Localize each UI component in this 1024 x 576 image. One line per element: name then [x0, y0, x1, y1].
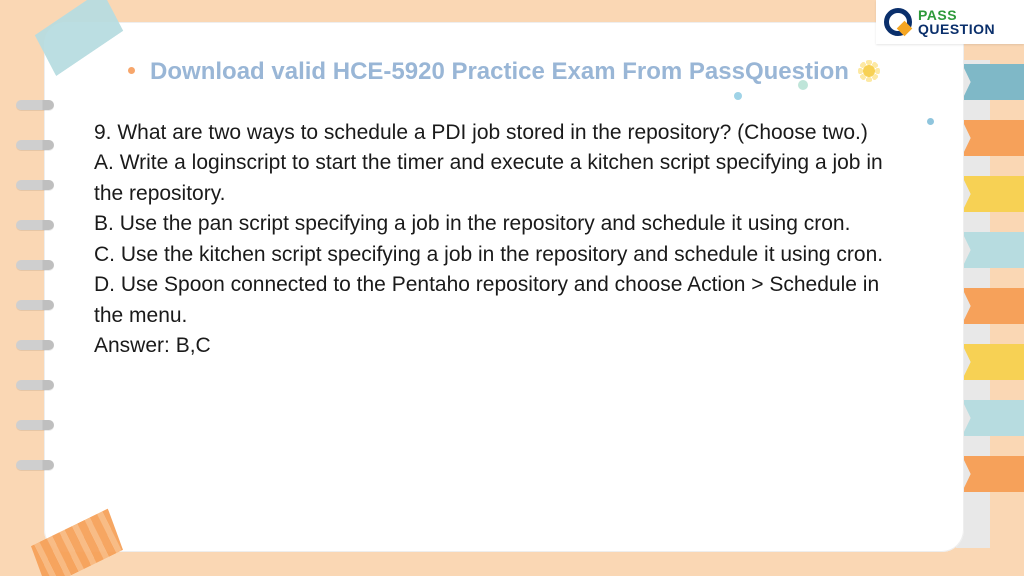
question-number: 9. [94, 121, 112, 144]
spiral-ring [16, 180, 54, 190]
bookmark-tab [962, 400, 1024, 436]
spiral-ring [16, 380, 54, 390]
bookmark-tabs [962, 64, 1024, 492]
bookmark-tab [962, 232, 1024, 268]
passquestion-logo: PASS QUESTION [876, 0, 1024, 44]
answer-label: Answer: [94, 334, 170, 357]
question-body: 9. What are two ways to schedule a PDI j… [94, 118, 904, 362]
bookmark-tab [962, 120, 1024, 156]
spiral-ring [16, 300, 54, 310]
bookmark-tab [962, 176, 1024, 212]
logo-text-pass: PASS [918, 8, 995, 22]
bookmark-tab [962, 64, 1024, 100]
confetti-dot [927, 118, 934, 125]
option-d: Use Spoon connected to the Pentaho repos… [94, 273, 879, 326]
spiral-ring [16, 460, 54, 470]
spiral-ring [16, 260, 54, 270]
confetti-dot [734, 92, 742, 100]
slide-header: Download valid HCE-5920 Practice Exam Fr… [44, 58, 964, 86]
option-c: Use the kitchen script specifying a job … [121, 243, 883, 266]
confetti-dot [798, 80, 808, 90]
option-a: Write a loginscript to start the timer a… [94, 151, 883, 204]
spiral-ring [16, 340, 54, 350]
spiral-ring [16, 220, 54, 230]
bookmark-tab [962, 456, 1024, 492]
spiral-ring [16, 420, 54, 430]
logo-q-icon [884, 8, 912, 36]
option-b: Use the pan script specifying a job in t… [120, 212, 851, 235]
spiral-binding [16, 100, 54, 470]
spiral-ring [16, 140, 54, 150]
logo-text-question: QUESTION [918, 22, 995, 36]
bullet-icon [128, 67, 135, 74]
note-card: Download valid HCE-5920 Practice Exam Fr… [44, 22, 964, 552]
bookmark-tab [962, 288, 1024, 324]
answer-value: B,C [176, 334, 211, 357]
header-text: Download valid HCE-5920 Practice Exam Fr… [150, 58, 849, 85]
spiral-ring [16, 100, 54, 110]
bookmark-tab [962, 344, 1024, 380]
question-stem: What are two ways to schedule a PDI job … [117, 121, 868, 144]
flower-icon [858, 60, 880, 82]
